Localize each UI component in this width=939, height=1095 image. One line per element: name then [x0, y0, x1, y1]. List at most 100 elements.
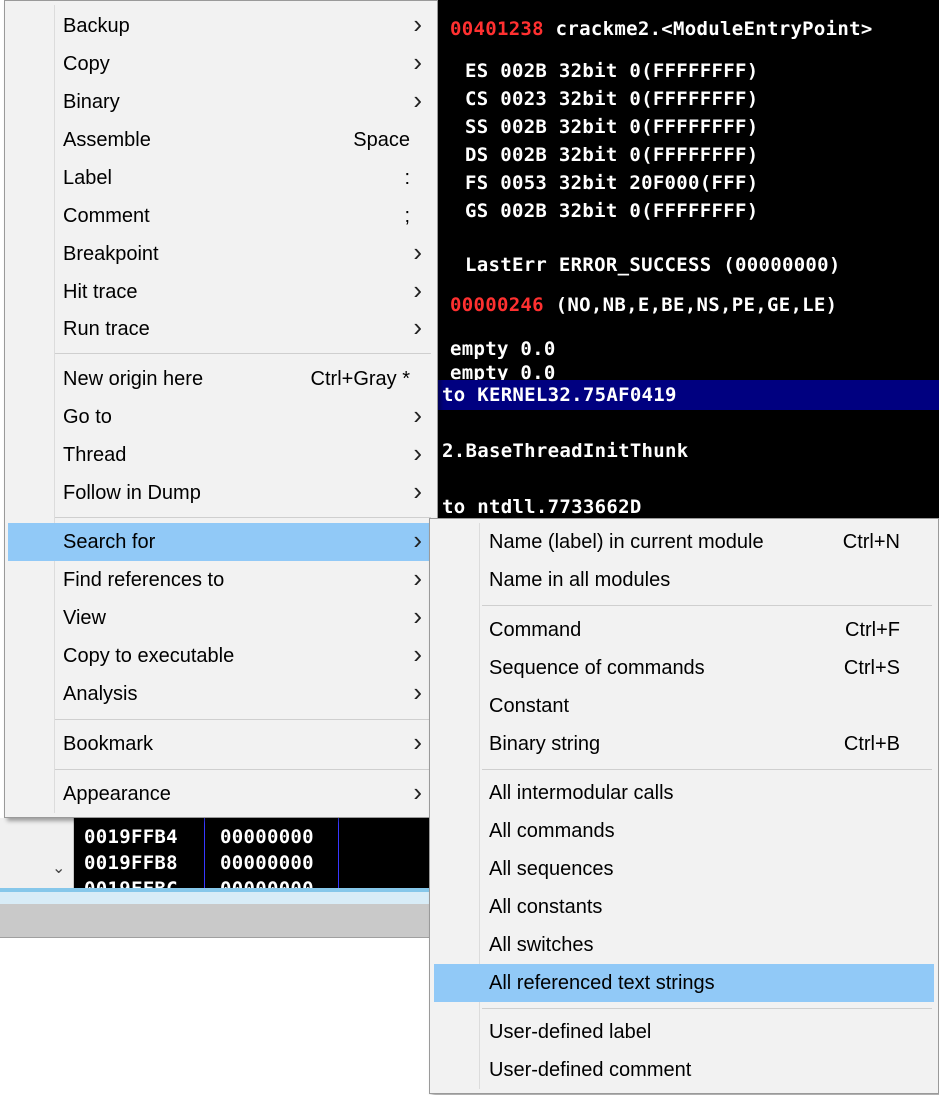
menu-item-binary[interactable]: Binary ›	[8, 83, 434, 121]
menu-item-follow-in-dump[interactable]: Follow in Dump ›	[8, 474, 434, 512]
chevron-right-icon: ›	[413, 438, 422, 468]
menu-item-label: User-defined label	[489, 1021, 652, 1043]
dump-value: 00000000	[220, 852, 314, 874]
menu-item-copy-to-executable[interactable]: Copy to executable ›	[8, 637, 434, 675]
menu-item-label: Name (label) in current module	[489, 531, 764, 553]
menu-item-all-referenced-text-strings[interactable]: All referenced text strings	[434, 964, 934, 1002]
menu-item-appearance[interactable]: Appearance ›	[8, 775, 434, 813]
menu-item-label: All commands	[489, 820, 615, 842]
menu-item-label: Comment	[63, 205, 150, 227]
stack-pane[interactable]: to KERNEL32.75AF0419 2.BaseThreadInitThu…	[432, 380, 939, 520]
segment-register-cs: CS 0023 32bit 0(FFFFFFFF)	[465, 88, 759, 110]
menu-item-assemble[interactable]: Assemble Space	[8, 121, 434, 159]
menu-item-copy[interactable]: Copy ›	[8, 45, 434, 83]
dump-address: 0019FFBC	[84, 878, 178, 888]
chevron-right-icon: ›	[413, 85, 422, 115]
chevron-right-icon: ›	[413, 601, 422, 631]
last-error-line: LastErr ERROR_SUCCESS (00000000)	[465, 254, 841, 276]
menu-item-shortcut: Ctrl+F	[845, 619, 900, 641]
menu-item-binary-string[interactable]: Binary string Ctrl+B	[434, 725, 934, 763]
menu-item-comment[interactable]: Comment;	[8, 197, 434, 235]
menu-item-all-switches[interactable]: All switches	[434, 926, 934, 964]
menu-item-run-trace[interactable]: Run trace ›	[8, 310, 434, 348]
stack-line[interactable]: to KERNEL32.75AF0419	[442, 384, 677, 406]
dump-address: 0019FFB4	[84, 826, 178, 848]
menu-item-search-for[interactable]: Search for ›	[8, 523, 434, 561]
menu-item-go-to[interactable]: Go to ›	[8, 398, 434, 436]
menu-separator	[482, 605, 932, 606]
menu-item-label: Backup	[63, 15, 130, 37]
menu-item-hit-trace[interactable]: Hit trace ›	[8, 273, 434, 311]
menu-item-label: Name in all modules	[489, 569, 671, 591]
menu-item-label: All constants	[489, 896, 603, 918]
eflags-line: 00000246 (NO,NB,E,BE,NS,PE,GE,LE)	[450, 294, 837, 316]
menu-item-all-sequences[interactable]: All sequences	[434, 850, 934, 888]
menu-item-label: User-defined comment	[489, 1059, 692, 1081]
menu-item-user-defined-label[interactable]: User-defined label	[434, 1013, 934, 1051]
menu-item-shortcut: Space	[353, 129, 410, 151]
menu-item-all-intermodular-calls[interactable]: All intermodular calls	[434, 774, 934, 812]
menu-item-label: Binary	[63, 91, 120, 113]
menu-item-command[interactable]: Command Ctrl+F	[434, 611, 934, 649]
segment-register-ss: SS 002B 32bit 0(FFFFFFFF)	[465, 116, 759, 138]
chevron-right-icon: ›	[413, 727, 422, 757]
eip-symbol: crackme2.<ModuleEntryPoint>	[543, 18, 873, 40]
menu-item-label: All sequences	[489, 858, 614, 880]
segment-register-gs: GS 002B 32bit 0(FFFFFFFF)	[465, 200, 759, 222]
menu-item-sequence-of-commands[interactable]: Sequence of commands Ctrl+S	[434, 649, 934, 687]
menu-separator	[55, 769, 431, 770]
chevron-right-icon: ›	[413, 777, 422, 807]
menu-item-thread[interactable]: Thread ›	[8, 436, 434, 474]
menu-item-label: Find references to	[63, 569, 225, 591]
menu-item-bookmark[interactable]: Bookmark ›	[8, 725, 434, 763]
menu-item-label: Breakpoint	[63, 243, 159, 265]
dump-pane[interactable]: 0019FFB4 00000000 0019FFB8 00000000 0019…	[44, 818, 434, 888]
search-for-submenu[interactable]: Name (label) in current module Ctrl+N Name…	[429, 518, 939, 1094]
fpu-register-st0: empty 0.0	[450, 338, 556, 360]
menu-separator	[482, 769, 932, 770]
stack-line[interactable]: 2.BaseThreadInitThunk	[442, 440, 689, 462]
menu-item-label: Appearance	[63, 783, 171, 805]
menu-item-label: Thread	[63, 444, 127, 466]
menu-item-label: Label	[63, 167, 112, 189]
stack-line[interactable]: to ntdll.7733662D	[442, 496, 642, 518]
menu-item-label: Copy to executable	[63, 645, 235, 667]
menu-item-shortcut: ;	[404, 205, 410, 227]
chevron-right-icon: ›	[413, 47, 422, 77]
menu-item-name-in-all-modules[interactable]: Name in all modules	[434, 561, 934, 599]
menu-item-label[interactable]: Label:	[8, 159, 434, 197]
menu-item-all-constants[interactable]: All constants	[434, 888, 934, 926]
chevron-down-icon[interactable]: ⌄	[52, 858, 65, 878]
fpu-register-st1: empty 0.0	[450, 362, 556, 380]
registers-pane[interactable]: 00401238 crackme2.<ModuleEntryPoint> ES …	[432, 0, 939, 380]
chevron-right-icon: ›	[413, 677, 422, 707]
eflags-value: 00000246	[450, 294, 544, 316]
segment-register-ds: DS 002B 32bit 0(FFFFFFFF)	[465, 144, 759, 166]
context-menu[interactable]: Backup › Copy › Binary › Assemble Space Label: Co…	[4, 0, 438, 818]
chevron-right-icon: ›	[413, 275, 422, 305]
segment-register-fs: FS 0053 32bit 20F000(FFF)	[465, 172, 759, 194]
dump-address: 0019FFB8	[84, 852, 178, 874]
menu-item-all-commands[interactable]: All commands	[434, 812, 934, 850]
menu-item-backup[interactable]: Backup ›	[8, 7, 434, 45]
menu-item-find-references-to[interactable]: Find references to ›	[8, 561, 434, 599]
menu-item-breakpoint[interactable]: Breakpoint ›	[8, 235, 434, 273]
menu-item-analysis[interactable]: Analysis ›	[8, 675, 434, 713]
menu-separator	[482, 1008, 932, 1009]
menu-item-name-label-in-current-module[interactable]: Name (label) in current module Ctrl+N	[434, 523, 934, 561]
menu-item-user-defined-comment[interactable]: User-defined comment	[434, 1051, 934, 1089]
menu-item-label: Sequence of commands	[489, 657, 705, 679]
menu-item-label: Constant	[489, 695, 570, 717]
menu-item-constant[interactable]: Constant	[434, 687, 934, 725]
menu-separator	[55, 353, 431, 354]
menu-item-label: Assemble	[63, 129, 151, 151]
menu-item-label: New origin here	[63, 368, 204, 390]
menu-item-label: Go to	[63, 406, 112, 428]
dump-value: 00000000	[220, 878, 314, 888]
menu-item-label: View	[63, 607, 106, 629]
menu-item-label: Analysis	[63, 683, 138, 705]
window-frame	[0, 818, 44, 888]
menu-item-view[interactable]: View ›	[8, 599, 434, 637]
dump-scrollbar[interactable]: ⌄	[44, 818, 74, 888]
menu-item-new-origin-here[interactable]: New origin here Ctrl+Gray *	[8, 360, 434, 398]
